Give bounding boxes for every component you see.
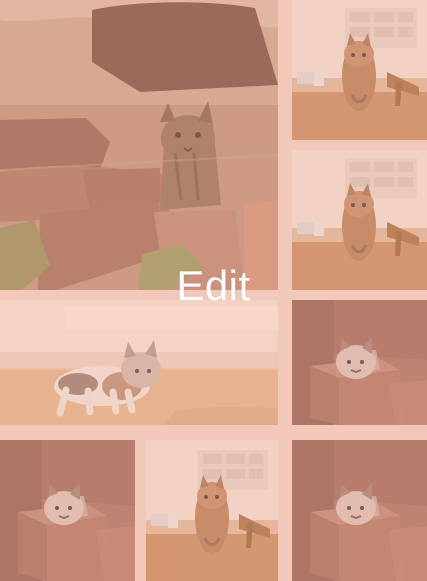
photo-tile-cat-in-box[interactable] <box>292 440 427 581</box>
cat-on-table-image <box>292 150 427 290</box>
photo-tile-cat-in-box[interactable] <box>0 440 135 581</box>
cat-on-table-image <box>292 0 427 140</box>
kitten-on-floor-image <box>0 300 278 425</box>
cat-in-box-image <box>0 440 135 581</box>
photo-tile-cat-on-table[interactable] <box>292 150 427 290</box>
photo-tile-cat-on-table[interactable] <box>292 0 427 140</box>
photo-grid-edit-screen: Edit <box>0 0 427 581</box>
photo-tile-cat-in-box[interactable] <box>292 300 427 425</box>
photo-tile-kitten-on-wood[interactable] <box>0 0 278 290</box>
photo-tile-cat-on-table[interactable] <box>146 440 278 581</box>
cat-on-table-image <box>146 440 278 581</box>
kitten-on-wood-image <box>0 0 278 290</box>
cat-in-box-image <box>292 300 427 425</box>
cat-in-box-image <box>292 440 427 581</box>
photo-tile-kitten-on-floor[interactable] <box>0 300 278 425</box>
